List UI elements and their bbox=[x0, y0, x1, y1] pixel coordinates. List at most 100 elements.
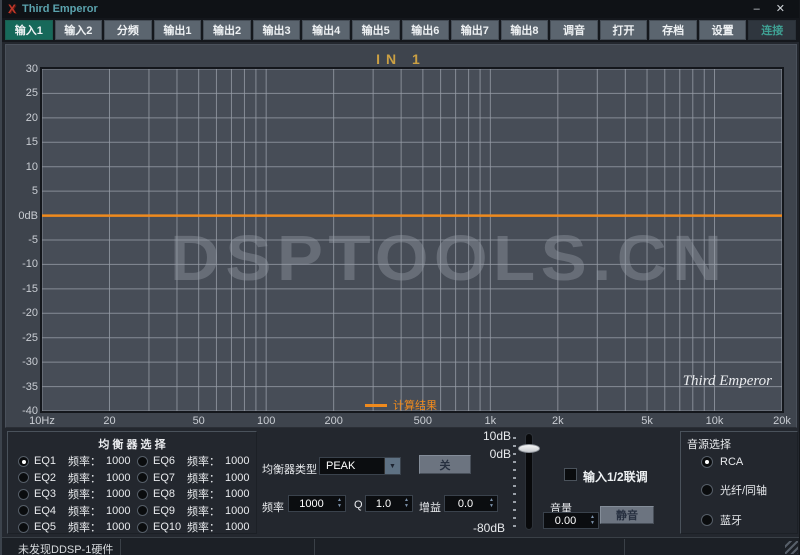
tab-bar: 输入1 输入2 分频 输出1 输出2 输出3 输出4 输出5 输出6 输出7 输出8 调音 打开 存档 设置… bbox=[2, 18, 799, 42]
gain-value: 0.0 bbox=[457, 497, 474, 510]
x-tick-label: 1k bbox=[484, 415, 497, 427]
eq-row-EQ3: EQ3 频率： 1000 bbox=[18, 486, 131, 503]
eq-radio-EQ1[interactable] bbox=[18, 455, 29, 467]
window-title: Third Emperor bbox=[22, 3, 98, 15]
tab-输入2[interactable]: 输入2 bbox=[54, 20, 103, 40]
eq-radio-EQ9[interactable] bbox=[137, 505, 148, 517]
tab-输出6[interactable]: 输出6 bbox=[401, 20, 450, 40]
eq-freq-value: 1000 bbox=[106, 471, 131, 484]
volume-value: 0.00 bbox=[554, 514, 577, 527]
eq-radio-EQ5[interactable] bbox=[18, 521, 29, 533]
eq-radio-EQ8[interactable] bbox=[137, 488, 148, 500]
eq-name-label: EQ7 bbox=[153, 471, 176, 484]
resize-grip[interactable] bbox=[785, 541, 798, 554]
eq-panel-title: 均 衡 器 选 择 bbox=[98, 439, 166, 451]
eq-freq-label: 频率： bbox=[187, 505, 220, 518]
eq-freq-value: 1000 bbox=[106, 488, 131, 501]
tab-输出8[interactable]: 输出8 bbox=[500, 20, 549, 40]
spinner-arrows-icon[interactable]: ▲ ▼ bbox=[401, 498, 412, 509]
chart-title: IN 1 bbox=[376, 51, 426, 67]
chevron-down-icon[interactable]: ▼ bbox=[384, 458, 400, 474]
frequency-plot[interactable]: DSPTOOLS.CN Third Emperor bbox=[40, 67, 784, 413]
source-radio-蓝牙[interactable] bbox=[701, 514, 713, 526]
y-tick-label: 10 bbox=[25, 160, 38, 173]
eq-name-label: EQ6 bbox=[153, 455, 176, 468]
status-divider bbox=[624, 539, 625, 555]
eq-radio-EQ4[interactable] bbox=[18, 505, 29, 517]
eq-radio-EQ3[interactable] bbox=[18, 488, 29, 500]
eq-type-dropdown[interactable]: PEAK ▼ bbox=[319, 457, 401, 475]
y-tick-label: -35 bbox=[22, 380, 38, 393]
eq-radio-EQ10[interactable] bbox=[137, 521, 148, 533]
eq-radio-EQ2[interactable] bbox=[18, 472, 29, 484]
eq-name-label: EQ1 bbox=[34, 455, 57, 468]
close-button[interactable]: ✕ bbox=[776, 3, 785, 15]
x-tick-label: 50 bbox=[192, 415, 205, 427]
tab-连接[interactable]: 连接 bbox=[748, 20, 796, 40]
eq-freq-value: 1000 bbox=[225, 471, 250, 484]
y-tick-label: -20 bbox=[22, 307, 38, 320]
tab-打开[interactable]: 打开 bbox=[599, 20, 648, 40]
y-tick-label: -5 bbox=[28, 234, 38, 246]
x-tick-label: 10k bbox=[705, 415, 724, 427]
spinner-arrows-icon[interactable]: ▲ ▼ bbox=[587, 515, 598, 526]
eq-freq-value: 1000 bbox=[225, 488, 250, 501]
x-tick-label: 20 bbox=[103, 415, 116, 427]
y-tick-label: 30 bbox=[25, 63, 38, 75]
source-radio-光纤/同轴[interactable] bbox=[701, 484, 713, 496]
tab-输出2[interactable]: 输出2 bbox=[203, 20, 251, 40]
q-label: Q bbox=[354, 499, 363, 511]
tab-存档[interactable]: 存档 bbox=[649, 20, 697, 40]
source-option-RCA: RCA bbox=[701, 456, 767, 468]
source-label: 光纤/同轴 bbox=[720, 485, 768, 497]
eq-off-button[interactable]: 关 bbox=[419, 455, 471, 474]
volume-spinner[interactable]: 0.00 ▲ ▼ bbox=[543, 512, 599, 529]
source-radio-RCA[interactable] bbox=[701, 456, 713, 468]
tab-输出3[interactable]: 输出3 bbox=[252, 20, 301, 40]
chart-legend: 计算结果 bbox=[365, 397, 437, 413]
eq-radio-EQ6[interactable] bbox=[137, 455, 148, 467]
eq-freq-label: 频率： bbox=[187, 489, 220, 502]
spinner-arrows-icon[interactable]: ▲ ▼ bbox=[486, 498, 497, 509]
slider-max-label: 10dB bbox=[482, 429, 511, 443]
spinner-arrows-icon[interactable]: ▲ ▼ bbox=[334, 498, 345, 509]
legend-line-swatch bbox=[365, 403, 387, 407]
freq-spinner[interactable]: 1000 ▲ ▼ bbox=[288, 495, 346, 512]
gain-label: 增益 bbox=[419, 502, 441, 514]
volume-slider-handle[interactable] bbox=[518, 444, 540, 453]
eq-radio-EQ7[interactable] bbox=[137, 472, 148, 484]
tab-输出7[interactable]: 输出7 bbox=[451, 20, 499, 40]
tab-输入1[interactable]: 输入1 bbox=[5, 20, 53, 40]
source-panel-title: 音源选择 bbox=[687, 439, 731, 451]
eq-freq-value: 1000 bbox=[106, 504, 131, 517]
x-tick-label: 10Hz bbox=[29, 415, 55, 427]
tab-输出4[interactable]: 输出4 bbox=[302, 20, 350, 40]
tab-分频[interactable]: 分频 bbox=[104, 20, 152, 40]
mute-button[interactable]: 静音 bbox=[600, 506, 654, 524]
y-tick-label: 20 bbox=[25, 111, 38, 124]
tab-输出1[interactable]: 输出1 bbox=[153, 20, 202, 40]
tab-设置[interactable]: 设置 bbox=[698, 20, 747, 40]
source-option-光纤/同轴: 光纤/同轴 bbox=[701, 482, 767, 498]
tab-输出5[interactable]: 输出5 bbox=[351, 20, 400, 40]
status-divider bbox=[314, 539, 315, 555]
tab-调音[interactable]: 调音 bbox=[550, 20, 598, 40]
q-spinner[interactable]: 1.0 ▲ ▼ bbox=[365, 495, 413, 512]
y-tick-label: 15 bbox=[25, 136, 38, 149]
eq-freq-label: 频率： bbox=[68, 472, 101, 485]
eq-freq-value: 1000 bbox=[225, 455, 250, 468]
y-tick-label: -10 bbox=[22, 258, 38, 271]
y-tick-label: 5 bbox=[31, 185, 38, 198]
link-1-2-checkbox[interactable] bbox=[564, 468, 577, 481]
source-options: RCA 光纤/同轴 蓝牙 bbox=[701, 456, 767, 528]
chart-panel: IN 1 30 25 20 15 10 5 0dB -5 -10 -15 -20 -25 -30 -35-… bbox=[5, 44, 797, 428]
eq-freq-label: 频率： bbox=[187, 522, 220, 535]
eq-freq-value: 1000 bbox=[106, 521, 131, 534]
slider-zero-label: 0dB bbox=[489, 447, 511, 461]
eq-freq-value: 1000 bbox=[225, 504, 250, 517]
eq-selection-panel: 均 衡 器 选 择 EQ1 频率： 1000 EQ2 频率： 1000 EQ3 频率： 1000… bbox=[7, 431, 257, 534]
eq-name-label: EQ8 bbox=[153, 488, 176, 501]
minimize-button[interactable]: – bbox=[754, 3, 760, 15]
app-logo-icon: X bbox=[8, 2, 17, 16]
gain-spinner[interactable]: 0.0 ▲ ▼ bbox=[444, 495, 498, 512]
